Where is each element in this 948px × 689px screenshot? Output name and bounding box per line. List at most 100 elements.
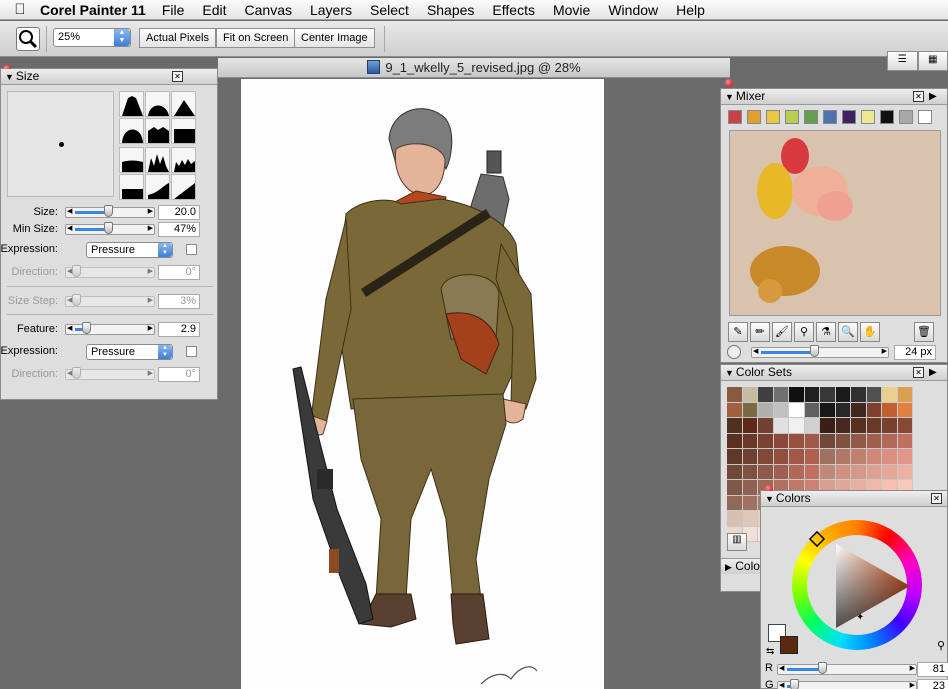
swatch-green[interactable] <box>804 110 818 124</box>
color-set-swatch[interactable] <box>789 387 805 403</box>
menu-help[interactable]: Help <box>676 2 705 18</box>
color-set-swatch[interactable] <box>727 418 743 434</box>
expand-triangle-icon[interactable]: ▶ <box>725 562 732 572</box>
swatch-lime[interactable] <box>785 110 799 124</box>
color-set-swatch[interactable] <box>820 449 836 465</box>
list-view-icon[interactable]: ☰ <box>887 51 918 71</box>
direction2-input[interactable]: 0° <box>158 367 200 382</box>
apply-color-icon[interactable]: ✏ <box>750 322 770 342</box>
color-set-swatch[interactable] <box>851 433 867 449</box>
size-panel-header[interactable]: ▼ Size ✕ <box>1 69 217 85</box>
collapse-triangle-icon[interactable]: ▼ <box>5 72 14 82</box>
tip-profile-bristle-icon[interactable] <box>145 147 170 173</box>
color-set-swatch[interactable] <box>789 449 805 465</box>
color-set-swatch[interactable] <box>727 495 743 511</box>
color-set-swatch[interactable] <box>882 387 898 403</box>
color-set-swatch[interactable] <box>773 387 789 403</box>
panel-menu-arrow-icon[interactable]: ▶ <box>929 365 937 380</box>
green-slider[interactable]: ◀ ▶ <box>777 679 917 689</box>
color-set-swatch[interactable] <box>851 387 867 403</box>
color-set-swatch[interactable] <box>773 464 789 480</box>
color-set-swatch[interactable] <box>882 449 898 465</box>
actual-pixels-button[interactable]: Actual Pixels <box>139 28 216 48</box>
color-set-swatch[interactable] <box>742 464 758 480</box>
color-set-swatch[interactable] <box>820 464 836 480</box>
color-set-swatch[interactable] <box>851 402 867 418</box>
color-set-swatch[interactable] <box>758 402 774 418</box>
painting-canvas[interactable] <box>241 79 604 689</box>
color-set-swatch[interactable] <box>742 387 758 403</box>
color-set-swatch[interactable] <box>835 418 851 434</box>
magnifier-tool-icon[interactable] <box>16 27 40 51</box>
colors-panel-header[interactable]: ▼ Colors ✕ <box>761 491 947 507</box>
panel-menu-arrow-icon[interactable]: ▶ <box>929 89 937 104</box>
color-set-swatch[interactable] <box>758 433 774 449</box>
color-set-swatch[interactable] <box>742 433 758 449</box>
color-set-library-icon[interactable]: ▥ <box>727 533 747 551</box>
color-set-swatch[interactable] <box>820 387 836 403</box>
tip-profile-wedge-icon[interactable] <box>171 174 196 200</box>
color-set-swatch[interactable] <box>742 495 758 511</box>
expression-select[interactable]: Pressure ▲ ▼ <box>86 242 173 258</box>
size-step-input[interactable]: 3% <box>158 294 200 309</box>
tip-profile-flat-icon[interactable] <box>119 147 144 173</box>
swatch-blue[interactable] <box>823 110 837 124</box>
close-box-icon[interactable]: ✕ <box>913 91 924 102</box>
close-box-icon[interactable]: ✕ <box>931 493 942 504</box>
color-set-swatch[interactable] <box>789 402 805 418</box>
tip-profile-grainy-icon[interactable] <box>171 147 196 173</box>
color-set-swatch[interactable] <box>727 464 743 480</box>
green-input[interactable]: 23 <box>917 679 948 689</box>
color-set-swatch[interactable] <box>789 418 805 434</box>
pan-icon[interactable]: ✋ <box>860 322 880 342</box>
color-set-swatch[interactable] <box>882 464 898 480</box>
menu-canvas[interactable]: Canvas <box>245 2 292 18</box>
color-set-swatch[interactable] <box>851 449 867 465</box>
color-set-swatch[interactable] <box>742 480 758 496</box>
color-set-swatch[interactable] <box>789 433 805 449</box>
center-image-button[interactable]: Center Image <box>294 28 375 48</box>
dirty-brush-icon[interactable]: ✎ <box>728 322 748 342</box>
color-set-swatch[interactable] <box>804 402 820 418</box>
saturation-value-triangle[interactable]: ✦ <box>792 520 922 650</box>
expression2-select[interactable]: Pressure ▲ ▼ <box>86 344 173 360</box>
feature-input[interactable]: 2.9 <box>158 322 200 337</box>
direction2-slider[interactable]: ◀ ▶ <box>65 367 155 380</box>
color-set-swatch[interactable] <box>866 418 882 434</box>
menu-layers[interactable]: Layers <box>310 2 352 18</box>
red-slider[interactable]: ◀ ▶ <box>777 662 917 675</box>
color-set-swatch[interactable] <box>835 433 851 449</box>
color-set-swatch[interactable] <box>820 433 836 449</box>
menu-edit[interactable]: Edit <box>202 2 226 18</box>
color-set-swatch[interactable] <box>851 418 867 434</box>
color-set-swatch[interactable] <box>897 418 913 434</box>
color-set-swatch[interactable] <box>866 449 882 465</box>
color-set-swatch[interactable] <box>758 418 774 434</box>
invert-checkbox[interactable] <box>186 244 197 255</box>
size-slider[interactable]: ◀ ▶ <box>65 205 155 218</box>
color-set-swatch[interactable] <box>820 418 836 434</box>
color-set-swatch[interactable] <box>742 511 758 527</box>
size-step-slider[interactable]: ◀ ▶ <box>65 294 155 307</box>
color-set-swatch[interactable] <box>866 387 882 403</box>
color-set-swatch[interactable] <box>742 402 758 418</box>
swatch-yellow[interactable] <box>766 110 780 124</box>
tip-profile-watercolor-icon[interactable] <box>145 118 170 144</box>
close-box-icon[interactable]: ✕ <box>172 71 183 82</box>
color-set-swatch[interactable] <box>882 402 898 418</box>
color-set-swatch[interactable] <box>897 449 913 465</box>
color-set-swatch[interactable] <box>897 402 913 418</box>
fit-on-screen-button[interactable]: Fit on Screen <box>216 28 296 48</box>
menu-movie[interactable]: Movie <box>553 2 590 18</box>
color-set-swatch[interactable] <box>882 418 898 434</box>
color-set-swatch[interactable] <box>758 464 774 480</box>
tip-profile-linear-icon[interactable] <box>171 91 196 117</box>
color-set-swatch[interactable] <box>882 433 898 449</box>
sample-multiple-icon[interactable]: ⚗ <box>816 322 836 342</box>
collapse-triangle-icon[interactable]: ▼ <box>725 368 734 378</box>
color-set-swatch[interactable] <box>804 449 820 465</box>
swatch-black[interactable] <box>880 110 894 124</box>
menu-window[interactable]: Window <box>608 2 658 18</box>
menu-select[interactable]: Select <box>370 2 409 18</box>
color-set-swatch[interactable] <box>727 511 743 527</box>
